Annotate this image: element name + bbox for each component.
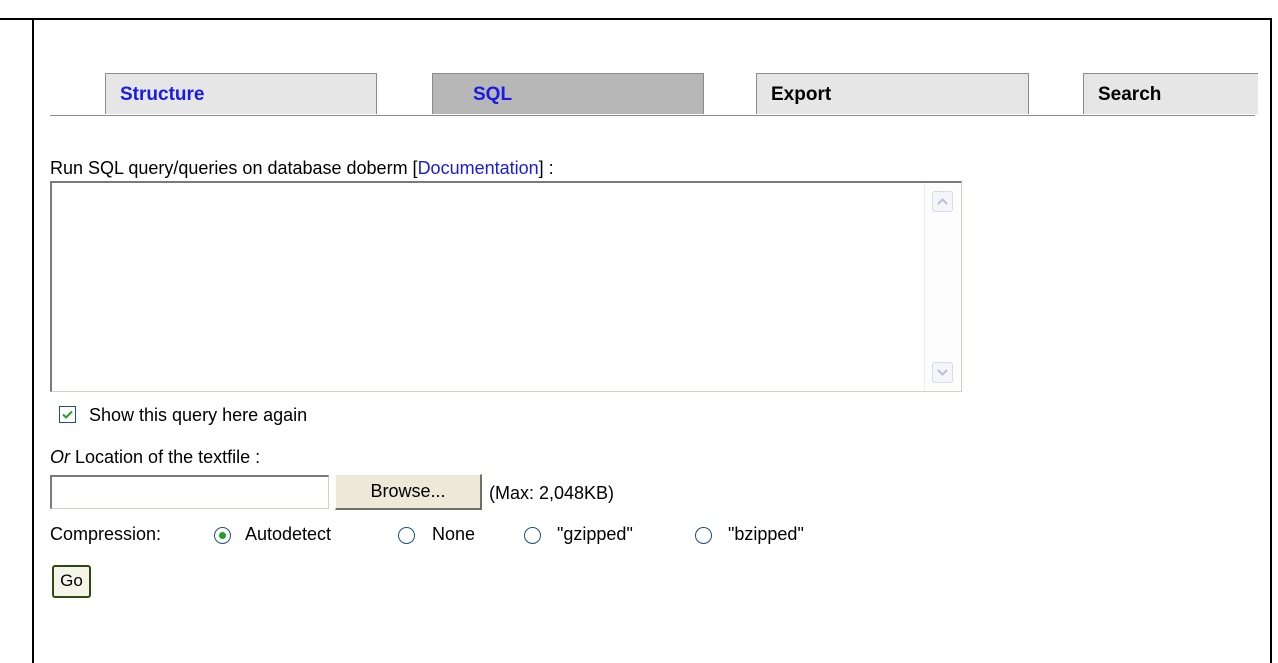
show-query-checkbox[interactable] (59, 406, 76, 423)
sql-query-box (50, 181, 962, 392)
compression-label: Compression: (50, 524, 162, 544)
radio-selected-dot (219, 532, 226, 539)
tab-export[interactable]: Export (756, 73, 1029, 114)
textfile-path-input[interactable] (50, 475, 329, 509)
tab-baseline (50, 115, 1255, 116)
sql-query-textarea[interactable] (52, 183, 924, 389)
query-label: Run SQL query/queries on database doberm… (50, 158, 554, 179)
textfile-label: Or Location of the textfile : (50, 447, 260, 468)
browse-button[interactable]: Browse... (335, 474, 482, 510)
checkmark-icon (62, 410, 73, 419)
radio-gzipped-label: "gzipped" (557, 524, 633, 544)
query-scrollbar[interactable] (924, 183, 961, 391)
radio-autodetect-label: Autodetect (245, 524, 332, 544)
tab-structure[interactable]: Structure (105, 73, 377, 114)
show-query-label: Show this query here again (89, 405, 308, 425)
documentation-link[interactable]: Documentation (418, 158, 539, 178)
scroll-down-button[interactable] (932, 362, 953, 383)
textfile-or-label: Or (50, 447, 70, 467)
radio-none[interactable] (398, 527, 415, 544)
max-size-label: (Max: 2,048KB) (489, 483, 615, 503)
go-button[interactable]: Go (52, 565, 91, 598)
scroll-up-button[interactable] (932, 191, 953, 212)
frame-top-border (0, 18, 1271, 20)
query-label-suffix: ] : (538, 158, 554, 178)
radio-none-label: None (432, 524, 476, 544)
chevron-up-icon (937, 198, 948, 205)
radio-gzipped[interactable] (524, 527, 541, 544)
radio-bzipped[interactable] (695, 527, 712, 544)
tab-search[interactable]: Search (1083, 73, 1258, 114)
textfile-location-label: Location of the textfile : (70, 447, 261, 467)
frame-left-border (32, 18, 34, 663)
tab-sql[interactable]: SQL (432, 73, 704, 114)
radio-bzipped-label: "bzipped" (728, 524, 804, 544)
frame-right-border (1270, 18, 1272, 663)
radio-autodetect[interactable] (214, 527, 231, 544)
query-label-prefix: Run SQL query/queries on database doberm… (50, 158, 418, 178)
chevron-down-icon (937, 369, 948, 376)
